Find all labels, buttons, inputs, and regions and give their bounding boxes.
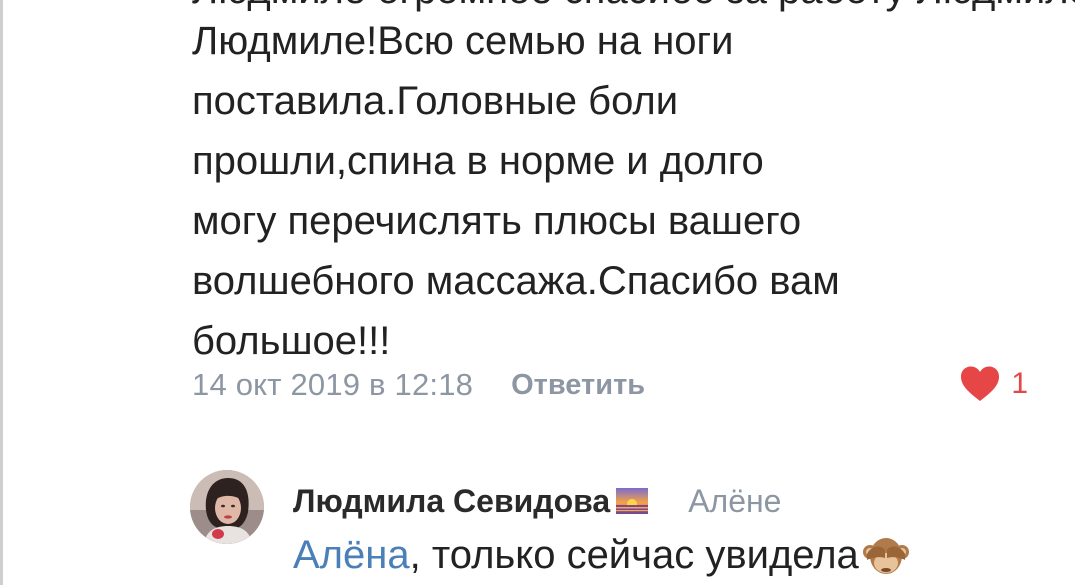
sunset-emoji-icon [616,488,649,514]
comment-line: прошли,спина в норме и долго [192,139,764,183]
mention-link[interactable]: Алёна [293,528,410,582]
comment-cut-line: Людмиле огромное спасибо за работу Людми… [192,0,1075,10]
see-no-evil-monkey-icon [862,538,909,574]
comment-line: волшебного массажа.Спасибо вам [192,259,840,303]
reply-header: Людмила Севидова Алёне [293,480,781,522]
reply-to-link[interactable]: Алёне [688,483,781,520]
heart-icon [961,366,1000,401]
comment-meta-row: 14 окт 2019 в 12:18 Ответить 1 [192,363,1032,407]
author-name[interactable]: Людмила Севидова [293,483,610,520]
comment-line: могу перечислять плюсы вашего [192,199,802,243]
avatar-photo [190,470,264,544]
like-count: 1 [1011,367,1028,400]
comment-line: большое!!! [192,319,391,363]
avatar[interactable] [190,470,264,544]
like-button[interactable]: 1 [959,365,1028,403]
reply-text: Алёна , только сейчас увидела [293,528,911,582]
comment-timestamp[interactable]: 14 окт 2019 в 12:18 [192,367,473,403]
left-border [0,0,3,585]
comment-text: Людмиле!Всю семью на ноги поставила.Голо… [192,11,992,371]
comment-line: поставила.Головные боли [192,79,679,123]
comment-line: Людмиле!Всю семью на ноги [192,19,734,63]
reply-button[interactable]: Ответить [511,369,645,402]
reply-body: , только сейчас увидела [409,533,859,577]
